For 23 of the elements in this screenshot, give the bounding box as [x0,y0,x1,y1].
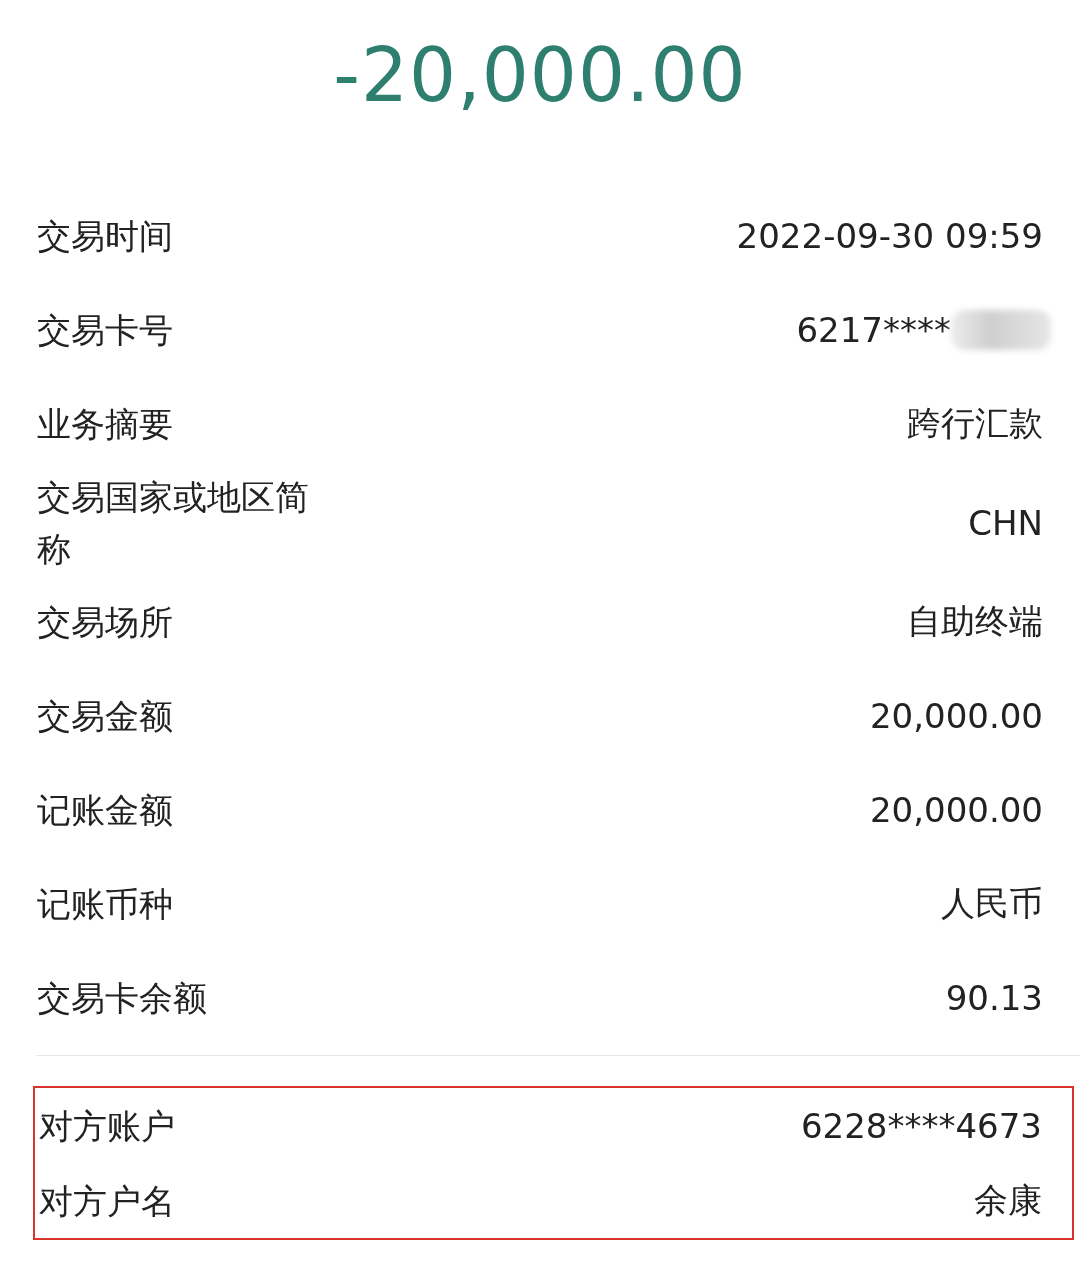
field-value: CHN [968,503,1043,543]
field-label: 对方账户 [39,1104,175,1148]
amount-heading: -20,000.00 [332,31,748,120]
field-value: 人民币 [941,882,1043,925]
field-value: 跨行汇款 [907,402,1043,445]
field-value: 余康 [974,1178,1042,1222]
field-value: 2022-09-30 09:59 [736,216,1043,256]
field-value: 20,000.00 [869,790,1043,830]
field-label: 交易卡余额 [37,977,207,1020]
field-label: 交易国家或地区简称 [37,476,310,571]
field-value: 自助终端 [907,600,1043,643]
field-label: 记账币种 [37,883,173,926]
field-label: 交易时间 [37,215,173,258]
field-value: 90.13 [945,978,1043,1018]
field-value: 6217**** [796,310,951,350]
field-value: 20,000.00 [869,696,1043,736]
field-label: 记账金额 [37,789,173,832]
field-label: 交易卡号 [37,309,173,352]
field-label: 业务摘要 [37,403,173,446]
field-label: 对方户名 [39,1179,175,1223]
field-value: 6228****4673 [800,1105,1042,1146]
field-label: 交易金额 [37,695,173,738]
field-label: 交易场所 [37,601,173,644]
